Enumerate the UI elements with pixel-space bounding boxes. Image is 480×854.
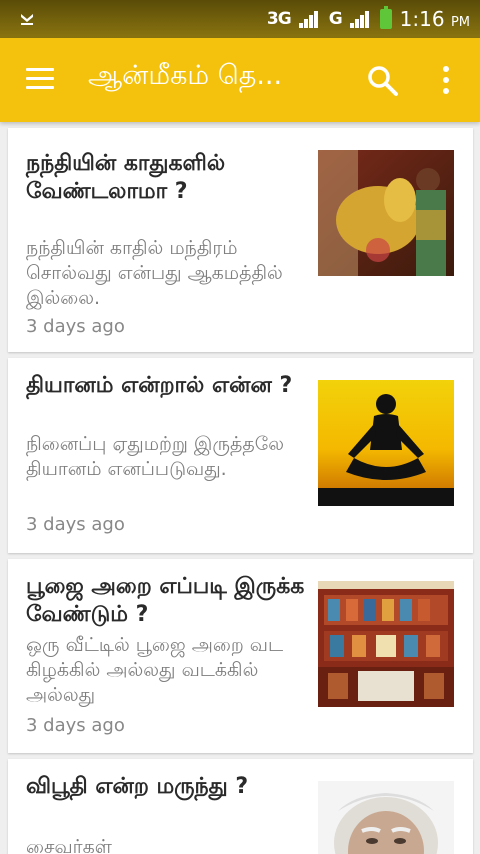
app-bar: ஆன்மீகம் தெ...: [0, 38, 480, 122]
sim2-network-label: G: [328, 9, 343, 29]
article-excerpt: நந்தியின் காதில் மந்திரம் சொல்வது என்பது…: [26, 237, 283, 309]
clock-ampm: PM: [450, 15, 470, 30]
article-timestamp: 3 days ago: [26, 715, 125, 736]
battery-icon: [379, 6, 392, 29]
status-clock: 1:16 PM: [400, 7, 470, 31]
article-excerpt: ஒரு வீட்டில் பூஜை அறை வட கிழக்கில் அல்லத…: [26, 634, 284, 706]
article-title: பூஜை அறை எப்படி இருக்க வேண்டும் ?: [26, 574, 305, 627]
article-thumbnail: [318, 150, 454, 276]
article-timestamp: 3 days ago: [26, 316, 125, 337]
download-notification-icon: [21, 14, 33, 25]
hamburger-menu-icon[interactable]: [26, 68, 56, 90]
status-bar: 3G G 1:16 PM: [0, 0, 480, 38]
app-title: ஆன்மீகம் தெ...: [88, 60, 283, 91]
signal-strength-icon-sim1: [298, 10, 321, 28]
article-title: நந்தியின் காதுகளில் வேண்டலாமா ?: [26, 151, 226, 204]
article-timestamp: 3 days ago: [26, 514, 125, 535]
article-feed[interactable]: நந்தியின் காதுகளில் வேண்டலாமா ? நந்தியின…: [0, 122, 480, 854]
clock-time: 1:16: [399, 7, 445, 31]
network-type-label: 3G: [266, 9, 292, 29]
article-thumbnail: [318, 380, 454, 506]
article-card[interactable]: நந்தியின் காதுகளில் வேண்டலாமா ? நந்தியின…: [8, 128, 473, 352]
article-title: தியானம் என்றால் என்ன ?: [26, 373, 293, 398]
article-excerpt: சைவர்கள்: [26, 836, 112, 854]
more-vertical-icon[interactable]: [436, 64, 456, 96]
article-excerpt: நினைப்பு ஏதுமற்று இருத்தலே தியானம் எனப்ப…: [26, 433, 284, 480]
article-card[interactable]: விபூதி என்ற மருந்து ? சைவர்கள்: [8, 759, 473, 854]
article-card[interactable]: தியானம் என்றால் என்ன ? நினைப்பு ஏதுமற்று…: [8, 358, 473, 553]
article-thumbnail: [318, 781, 454, 854]
signal-strength-icon-sim2: [349, 10, 372, 28]
article-card[interactable]: பூஜை அறை எப்படி இருக்க வேண்டும் ? ஒரு வீ…: [8, 559, 473, 753]
article-title: விபூதி என்ற மருந்து ?: [26, 774, 249, 799]
search-icon[interactable]: [366, 64, 400, 98]
article-thumbnail: [318, 581, 454, 707]
